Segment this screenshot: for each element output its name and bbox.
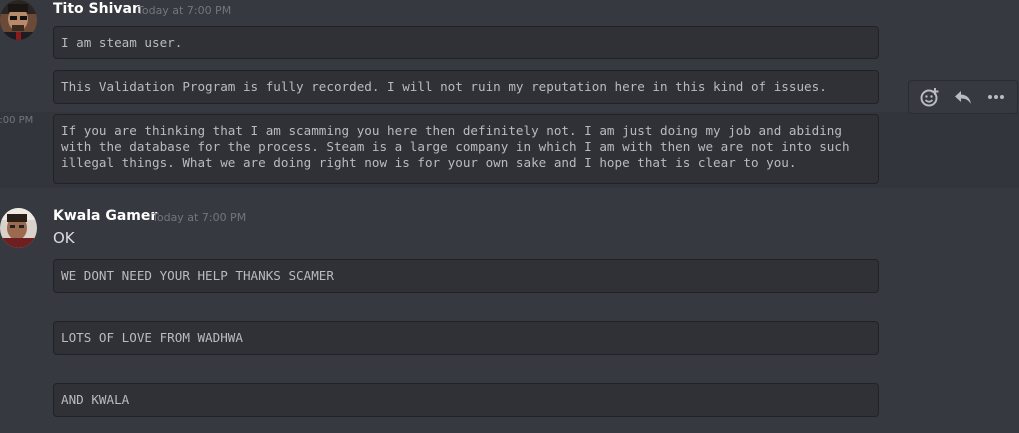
avatar-portrait-icon [0,0,37,40]
add-reaction-icon [920,88,939,107]
add-reaction-button[interactable] [916,83,944,111]
author-name[interactable]: Tito Shivan [53,1,142,17]
code-block: WE DONT NEED YOUR HELP THANKS SCAMER [53,259,879,293]
code-block: If you are thinking that I am scamming y… [53,114,879,184]
code-block: LOTS OF LOVE FROM WADHWA [53,321,879,355]
more-options-icon [988,95,1005,99]
message-side-timestamp: 7:00 PM [0,115,34,126]
code-block: AND KWALA [53,383,879,417]
message-timestamp: Today at 7:00 PM [137,4,232,17]
message-timestamp: Today at 7:00 PM [152,211,247,224]
reply-icon [954,91,971,104]
message-text: OK [53,229,75,247]
message-actions-toolbar [908,80,1018,114]
avatar-portrait-icon [0,208,37,248]
avatar-tito-shivan[interactable] [0,0,37,40]
chat-view: Tito Shivan Today at 7:00 PM I am steam … [0,0,1019,433]
author-name[interactable]: Kwala Gamer [53,208,157,224]
reply-button[interactable] [949,83,977,111]
code-block: This Validation Program is fully recorde… [53,70,879,104]
more-options-button[interactable] [982,83,1010,111]
code-block: I am steam user. [53,26,879,59]
avatar-kwala-gamer[interactable] [0,208,37,248]
